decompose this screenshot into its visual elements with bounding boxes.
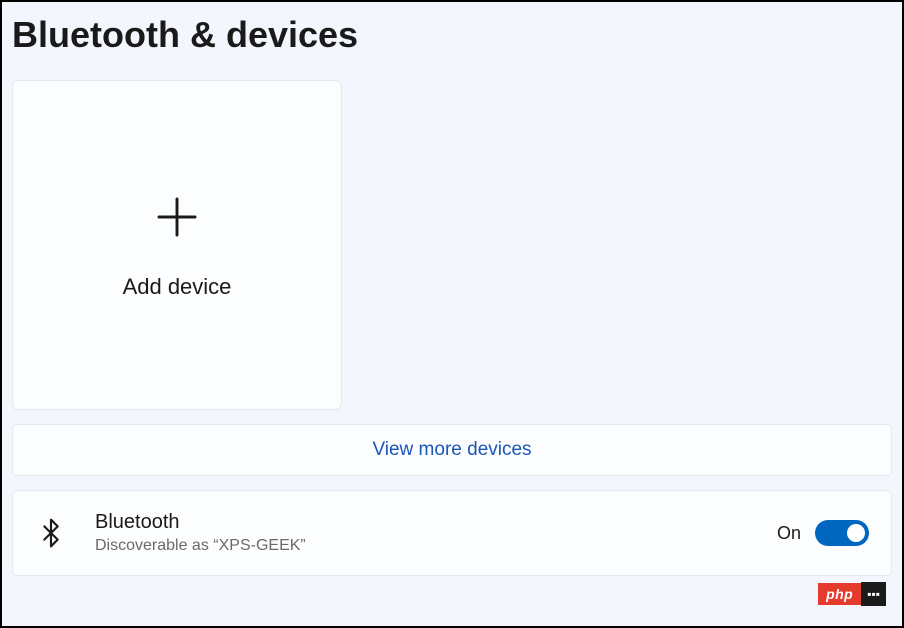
add-device-card[interactable]: Add device — [12, 80, 342, 410]
watermark-tail: ▪▪▪ — [861, 582, 886, 606]
watermark-text: php — [818, 583, 861, 605]
view-more-devices-button[interactable]: View more devices — [12, 424, 892, 476]
bluetooth-subtitle: Discoverable as “XPS-GEEK” — [95, 535, 777, 557]
bluetooth-toggle[interactable] — [815, 520, 869, 546]
add-device-label: Add device — [123, 274, 232, 300]
bluetooth-row: Bluetooth Discoverable as “XPS-GEEK” On — [12, 490, 892, 576]
toggle-thumb — [847, 524, 865, 542]
bluetooth-state-label: On — [777, 523, 801, 544]
bluetooth-toggle-group: On — [777, 520, 869, 546]
plus-icon — [150, 190, 204, 244]
bluetooth-icon — [35, 517, 67, 549]
page-title: Bluetooth & devices — [12, 14, 892, 56]
watermark: php ▪▪▪ — [818, 582, 886, 606]
bluetooth-text-group: Bluetooth Discoverable as “XPS-GEEK” — [95, 509, 777, 557]
bluetooth-title: Bluetooth — [95, 509, 777, 535]
